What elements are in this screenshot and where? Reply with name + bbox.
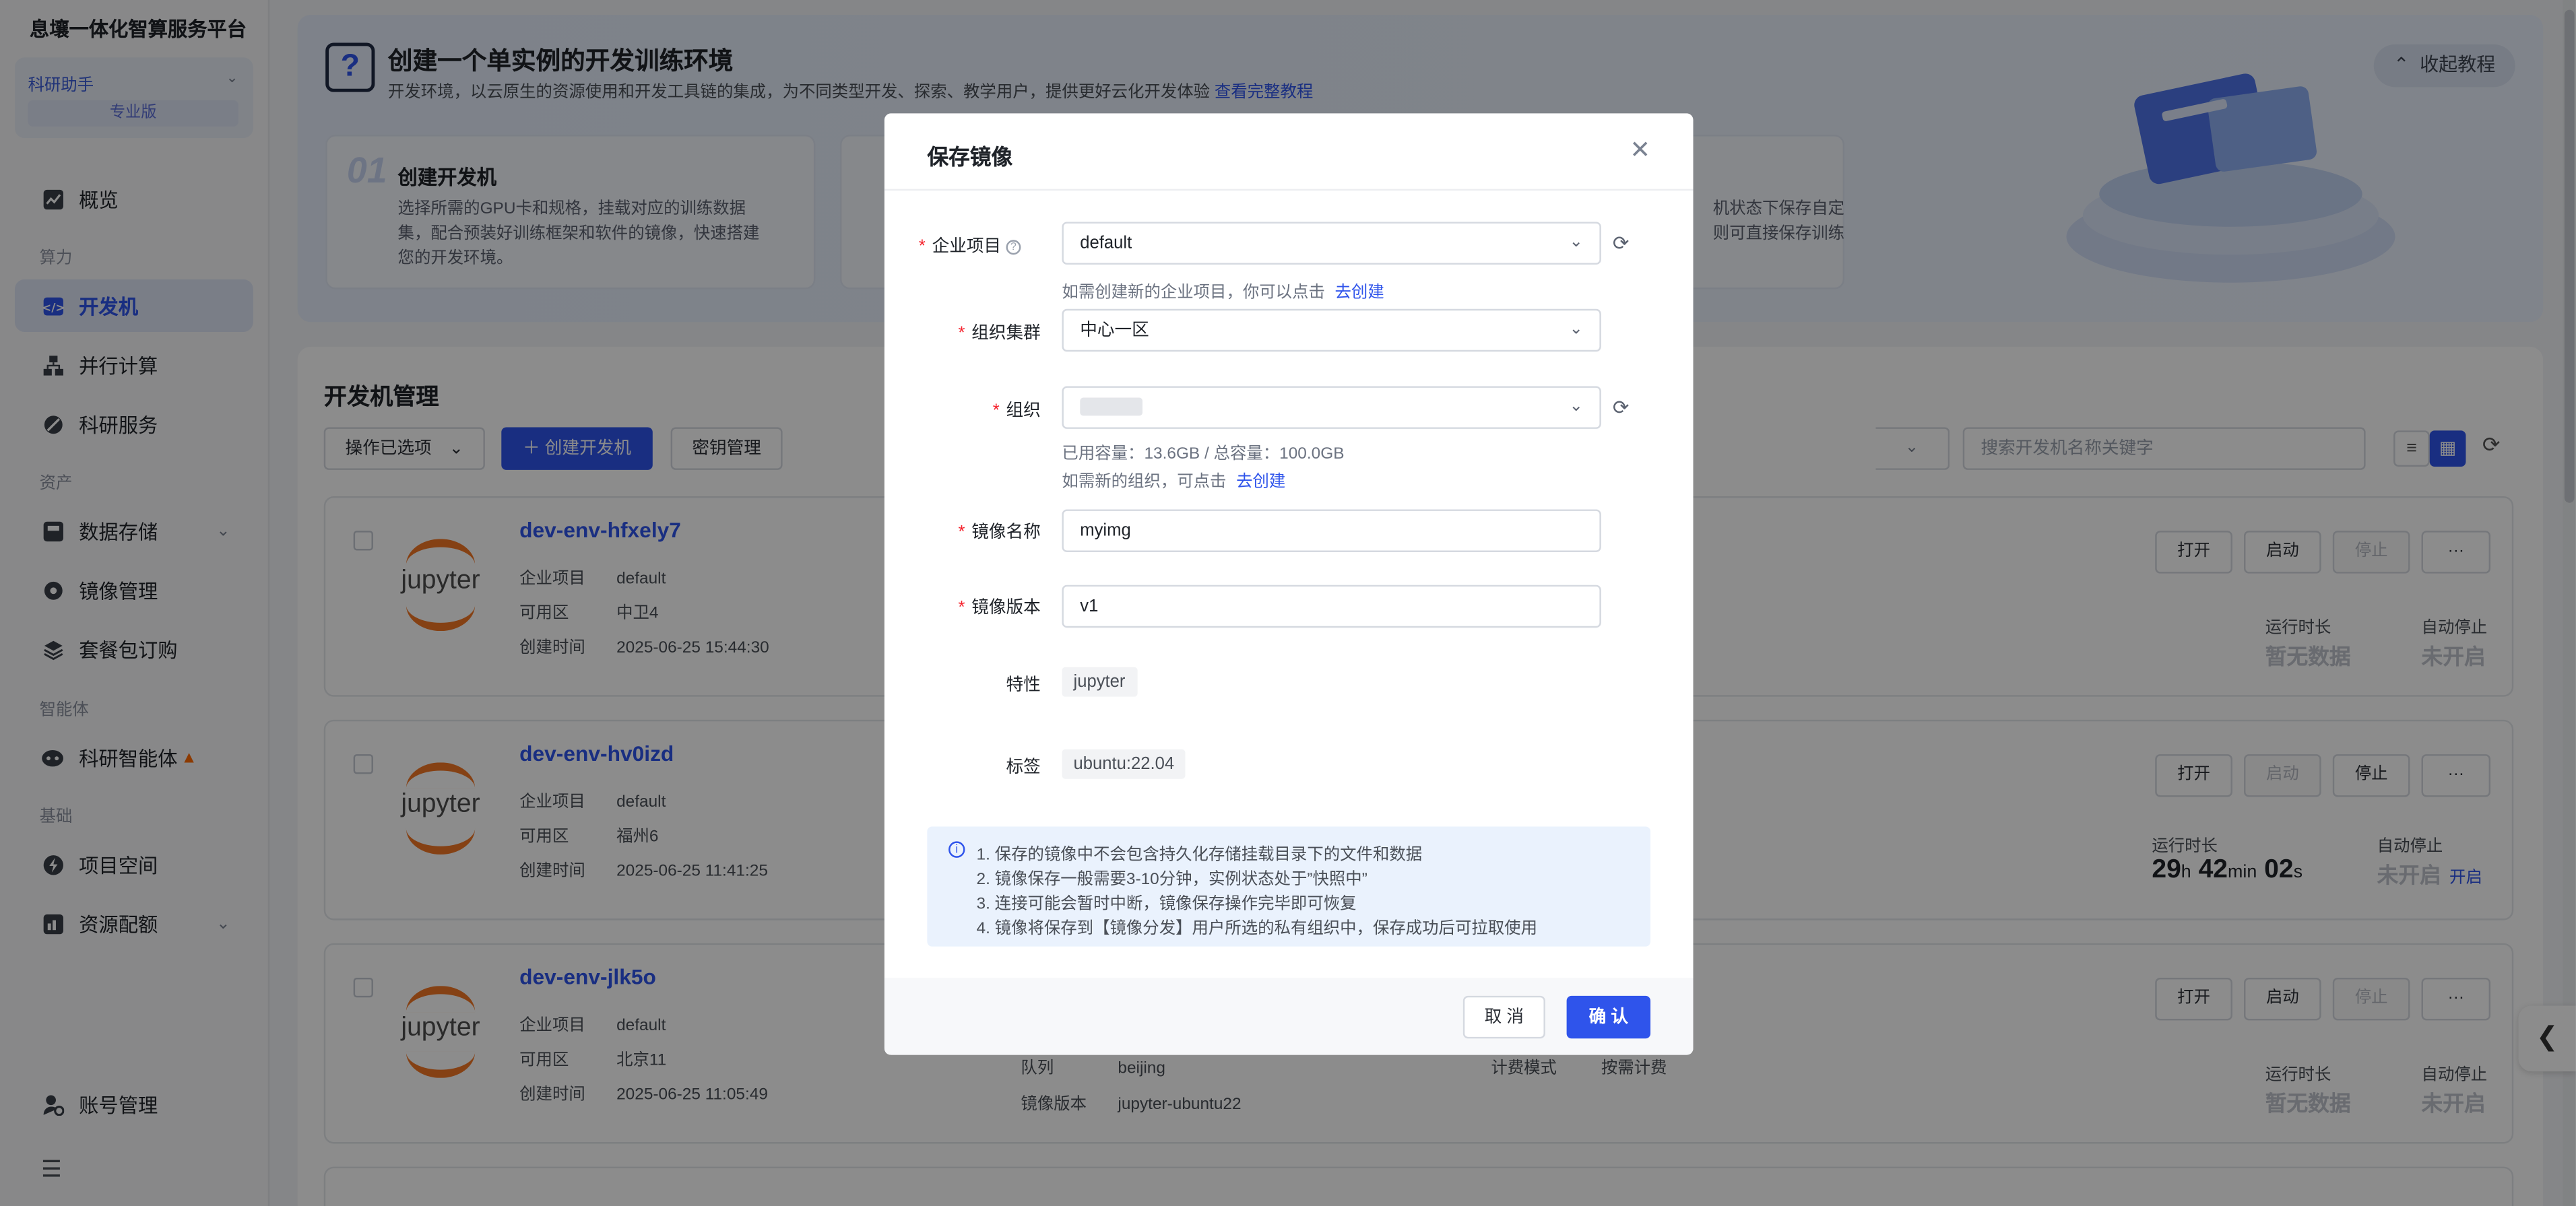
tag-label: 标签: [1006, 757, 1041, 778]
create-project-link[interactable]: 去创建: [1335, 284, 1384, 302]
refresh-icon[interactable]: ⟳: [1613, 396, 1630, 419]
image-name-input[interactable]: myimg: [1062, 509, 1601, 552]
required-mark: *: [958, 323, 965, 344]
required-mark: *: [918, 236, 926, 257]
info-icon: i: [948, 841, 965, 858]
create-org-link[interactable]: 去创建: [1236, 473, 1285, 492]
required-mark: *: [958, 523, 965, 543]
image-tag: ubuntu:22.04: [1062, 749, 1186, 779]
project-hint: 如需创建新的企业项目，你可以点击 去创建: [1062, 277, 1384, 302]
notice-line: 4. 镜像将保存到【镜像分发】用户所选的私有组织中，保存成功后可拉取使用: [976, 920, 1537, 939]
required-mark: *: [992, 401, 1000, 421]
project-select[interactable]: default ⌄: [1062, 222, 1601, 265]
image-version-input[interactable]: v1: [1062, 584, 1601, 628]
save-image-dialog: 保存镜像 ✕ * 企业项目? default ⌄ ⟳ 如需创建新的企业项目，你可以点…: [884, 113, 1694, 1055]
project-select-value: default: [1080, 233, 1132, 253]
chevron-down-icon: ⌄: [1569, 397, 1584, 416]
cluster-label: * 组织集群: [884, 321, 1041, 345]
close-icon[interactable]: ✕: [1630, 135, 1650, 164]
project-hint-text: 如需创建新的企业项目，你可以点击: [1062, 284, 1325, 303]
cancel-button[interactable]: 取 消: [1462, 995, 1545, 1039]
cluster-select-value: 中心一区: [1080, 320, 1149, 341]
feature-label: 特性: [1006, 675, 1041, 696]
org-label-text: 组织: [1006, 401, 1041, 421]
org-hint-text: 如需新的组织，可点击: [1062, 473, 1227, 492]
notice-line: 1. 保存的镜像中不会包含持久化存储挂载目录下的文件和数据: [976, 846, 1423, 865]
cluster-label-text: 组织集群: [971, 323, 1041, 344]
image-version-label: * 镜像版本: [884, 595, 1041, 619]
help-icon[interactable]: ?: [1006, 240, 1021, 255]
chevron-down-icon: ⌄: [1569, 233, 1584, 252]
org-select[interactable]: ⌄: [1062, 386, 1601, 429]
chevron-down-icon: ⌄: [1569, 320, 1584, 339]
feature-tag: jupyter: [1062, 667, 1137, 697]
project-label-text: 企业项目: [932, 236, 1002, 257]
cluster-select[interactable]: 中心一区 ⌄: [1062, 308, 1601, 352]
required-mark: *: [958, 598, 965, 618]
org-usage: 已用容量：13.6GB / 总容量：100.0GB: [1062, 445, 1345, 464]
project-label: * 企业项目?: [884, 234, 1021, 259]
image-version-label-text: 镜像版本: [971, 598, 1041, 618]
dialog-header: 保存镜像 ✕: [884, 113, 1694, 191]
notice-line: 2. 镜像保存一般需要3-10分钟，实例状态处于”快照中”: [976, 871, 1367, 890]
notice-line: 3. 连接可能会暂时中断，镜像保存操作完毕即可恢复: [976, 895, 1357, 914]
dialog-footer: 取 消 确 认: [884, 977, 1694, 1055]
org-label: * 组织: [884, 398, 1041, 423]
confirm-button[interactable]: 确 认: [1566, 995, 1651, 1039]
org-hint: 如需新的组织，可点击 去创建: [1062, 467, 1285, 492]
redacted-value: [1080, 397, 1143, 416]
dialog-title: 保存镜像: [927, 144, 1013, 170]
image-name-label-text: 镜像名称: [971, 523, 1041, 543]
refresh-icon[interactable]: ⟳: [1613, 232, 1630, 255]
notice-box: i 1. 保存的镜像中不会包含持久化存储挂载目录下的文件和数据 2. 镜像保存一…: [927, 826, 1651, 947]
image-name-label: * 镜像名称: [884, 519, 1041, 544]
